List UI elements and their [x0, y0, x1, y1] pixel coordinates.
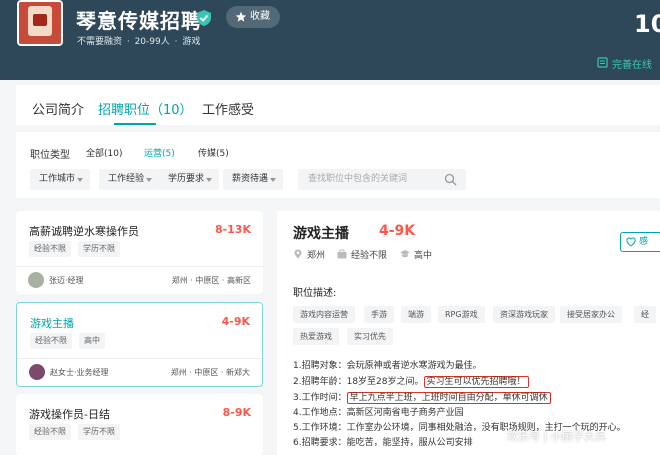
avatar — [29, 364, 45, 380]
search-placeholder: 查找职位中包含的关键词 — [308, 174, 408, 184]
job-filters: 职位类型 全部(10) 运营(5) 传媒(5) 工作城市 工作经验 学历要求 薪… — [16, 132, 660, 198]
keyword-search-input[interactable]: 查找职位中包含的关键词 — [298, 169, 466, 190]
heart-icon — [626, 237, 636, 247]
search-icon[interactable] — [444, 173, 457, 186]
description-line: 3.工作时间： 早上九点半上班，上班时间自由分配，单休可调休 — [293, 390, 551, 404]
detail-experience: 经验不限 — [351, 251, 388, 261]
divider — [17, 358, 262, 359]
job-tag: 经验不限 — [30, 333, 72, 349]
location-pin-icon — [294, 249, 302, 259]
keyword-tag: 实习优先 — [347, 328, 393, 345]
company-header: 琴意传媒招聘 收藏 不需要融资 · 20-99人 · 游戏 10 完善在线 — [0, 0, 660, 80]
perfect-online-link[interactable]: 完善在线 — [597, 56, 652, 71]
job-detail-panel: 游戏主播 4-9K 郑州 经验不限 高中 感 职位描述: 游戏内容运营 手游 端… — [277, 211, 660, 455]
select-city-label: 工作城市 — [39, 174, 76, 184]
job-card[interactable]: 高薪诚聘逆水寒操作员 8-13K 经验不限 学历不限 张迈·经理 郑州 · 中原… — [16, 211, 263, 294]
job-tag: 经验不限 — [29, 424, 71, 440]
description-line: 4.工作地点：高新区河南省电子商务产业园 — [293, 408, 464, 418]
select-experience-label: 工作经验 — [108, 174, 145, 184]
job-location: 郑州 · 中原区 · 高新区 — [171, 276, 251, 285]
job-card-selected[interactable]: 游戏主播 4-9K 经验不限 高中 赵女士·业务经理 郑州 · 中原区 · 新郑… — [16, 302, 263, 387]
chevron-down-icon — [77, 178, 83, 182]
keyword-tag: 游戏内容运营 — [293, 306, 355, 323]
description-line: 1.招聘对象：会玩原神或者逆水寒游戏为最佳。 — [293, 361, 482, 371]
job-tag: 经验不限 — [29, 241, 71, 257]
recruiter-name: 赵女士·业务经理 — [50, 368, 109, 377]
company-tabs: 公司简介 招聘职位（10） 工作感受 — [16, 85, 660, 125]
keyword-tag: 接受居家办公 — [560, 306, 622, 323]
filter-chip-operations[interactable]: 运营(5) — [144, 146, 175, 159]
company-logo — [17, 0, 63, 46]
select-education[interactable]: 学历要求 — [159, 169, 219, 190]
watermark: 欢乐号 | 小厨子大兵 — [507, 430, 606, 443]
job-title: 高薪诚聘逆水寒操作员 — [29, 225, 139, 238]
select-experience[interactable]: 工作经验 — [99, 169, 159, 190]
graduation-cap-icon — [400, 250, 410, 258]
detail-education: 高中 — [414, 251, 433, 261]
document-icon — [597, 57, 608, 68]
highlight-box: 早上九点半上班，上班时间自由分配，单休可调休 — [346, 392, 551, 404]
filter-chip-all[interactable]: 全部(10) — [86, 146, 122, 159]
keyword-tag: 端游 — [401, 306, 431, 323]
chevron-down-icon — [270, 178, 276, 182]
interested-label: 感 — [639, 237, 649, 247]
highlight-box: 实习生可以优先招聘哦！ — [423, 376, 529, 388]
active-tab-indicator — [114, 123, 156, 125]
divider — [16, 266, 263, 267]
chevron-down-icon — [206, 178, 212, 182]
job-salary: 4-9K — [221, 315, 250, 328]
keyword-tag: RPG游戏 — [438, 306, 485, 323]
chevron-down-icon — [146, 178, 152, 182]
job-count: 10 — [634, 10, 660, 38]
job-tag: 高中 — [79, 333, 105, 349]
detail-salary: 4-9K — [379, 223, 416, 239]
briefcase-icon — [337, 249, 347, 259]
job-salary: 8-13K — [214, 223, 251, 236]
favorite-label: 收藏 — [250, 11, 270, 22]
job-location: 郑州 · 中原区 · 新郑大 — [170, 368, 250, 377]
verified-shield-icon — [197, 10, 211, 26]
keyword-tag: 经 — [634, 306, 656, 323]
description-heading: 职位描述: — [293, 288, 337, 299]
select-city[interactable]: 工作城市 — [30, 169, 90, 190]
description-text: 2.招聘年龄：18岁至28岁之间。 — [293, 377, 424, 387]
job-title: 游戏操作员-日结 — [29, 408, 110, 421]
select-education-label: 学历要求 — [168, 174, 205, 184]
job-salary: 8-9K — [222, 406, 251, 419]
keyword-tag: 资深游戏玩家 — [493, 306, 555, 323]
description-text: 3.工作时间： — [293, 393, 347, 403]
interested-button[interactable]: 感 — [620, 232, 660, 252]
detail-city: 郑州 — [307, 251, 326, 261]
favorite-button[interactable]: 收藏 — [226, 6, 280, 28]
job-type-label: 职位类型 — [30, 150, 70, 161]
description-line: 2.招聘年龄：18岁至28岁之间。 实习生可以优先招聘哦！ — [293, 374, 529, 388]
recruiter-name: 张迈·经理 — [49, 276, 84, 285]
perfect-online-label: 完善在线 — [612, 60, 652, 71]
company-name: 琴意传媒招聘 — [76, 9, 202, 33]
star-icon — [235, 11, 247, 22]
tab-work-feelings[interactable]: 工作感受 — [202, 99, 254, 118]
filter-chip-media[interactable]: 传媒(5) — [198, 146, 229, 159]
tab-jobs[interactable]: 招聘职位（10） — [98, 99, 193, 118]
select-salary[interactable]: 薪资待遇 — [223, 169, 283, 190]
avatar — [28, 272, 44, 288]
keyword-tag: 手游 — [364, 306, 394, 323]
job-tag: 学历不限 — [78, 424, 120, 440]
description-line: 6.招聘要求：能吃苦，能坚持，服从公司安排 — [293, 438, 473, 448]
job-card[interactable]: 游戏操作员-日结 8-9K 经验不限 学历不限 — [16, 394, 263, 455]
keyword-tag: 热爱游戏 — [293, 328, 339, 345]
detail-job-title: 游戏主播 — [293, 226, 349, 242]
tab-company-intro[interactable]: 公司简介 — [32, 99, 84, 118]
job-tag: 学历不限 — [78, 241, 120, 257]
company-meta: 不需要融资 · 20-99人 · 游戏 — [77, 37, 201, 47]
select-salary-label: 薪资待遇 — [232, 174, 269, 184]
job-title: 游戏主播 — [30, 317, 74, 330]
